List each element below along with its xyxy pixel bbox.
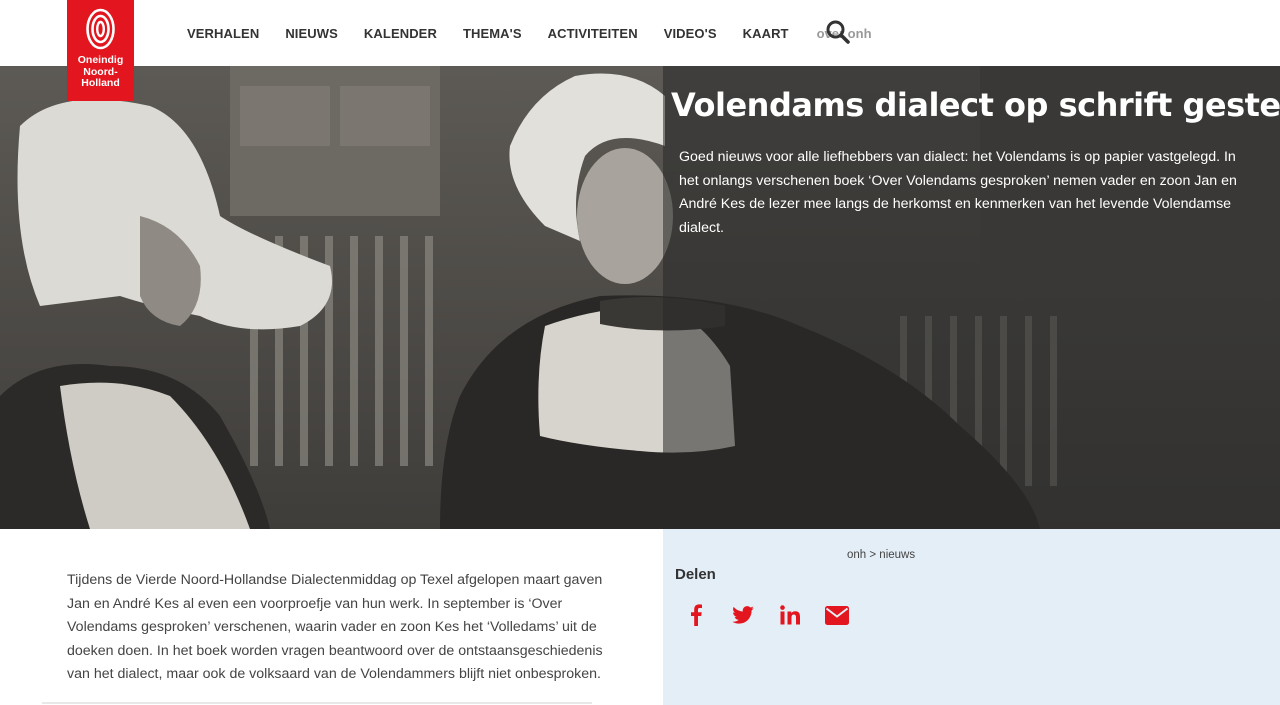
- twitter-icon[interactable]: [730, 603, 756, 627]
- nav-item-activiteiten[interactable]: ACTIVITEITEN: [548, 26, 638, 41]
- nav-item-kalender[interactable]: KALENDER: [364, 26, 437, 41]
- sidebar: onh > nieuws Delen: [663, 529, 1280, 705]
- nav-item-verhalen[interactable]: VERHALEN: [187, 26, 259, 41]
- share-buttons: [683, 603, 871, 627]
- article-body: Tijdens de Vierde Noord-Hollandse Dialec…: [67, 572, 603, 682]
- logo-text: Oneindig Noord- Holland: [67, 54, 134, 90]
- main-nav: VERHALEN NIEUWS KALENDER THEMA'S ACTIVIT…: [187, 24, 872, 42]
- linkedin-icon[interactable]: [777, 603, 803, 627]
- nav-item-nieuws[interactable]: NIEUWS: [285, 26, 338, 41]
- logo-text-line-1: Oneindig: [77, 54, 124, 66]
- logo-mark-icon: [86, 8, 115, 50]
- article-divider: [42, 702, 592, 704]
- hero-text-overlay: [663, 66, 1280, 529]
- site-header: VERHALEN NIEUWS KALENDER THEMA'S ACTIVIT…: [0, 0, 1280, 66]
- facebook-icon[interactable]: [683, 603, 709, 627]
- nav-item-themas[interactable]: THEMA'S: [463, 26, 522, 41]
- site-logo[interactable]: Oneindig Noord- Holland: [67, 0, 134, 101]
- nav-item-videos[interactable]: VIDEO'S: [664, 26, 717, 41]
- search-icon[interactable]: [825, 19, 851, 45]
- email-icon[interactable]: [824, 603, 850, 627]
- breadcrumb[interactable]: onh > nieuws: [847, 549, 915, 561]
- article-intro: Goed nieuws voor alle liefhebbers van di…: [679, 149, 1237, 236]
- logo-text-line-3: Holland: [81, 77, 120, 89]
- nav-item-kaart[interactable]: KAART: [743, 26, 789, 41]
- page-title: Volendams dialect op schrift gesteld: [671, 86, 1280, 124]
- share-heading: Delen: [675, 566, 716, 583]
- hero-section: [0, 66, 1280, 529]
